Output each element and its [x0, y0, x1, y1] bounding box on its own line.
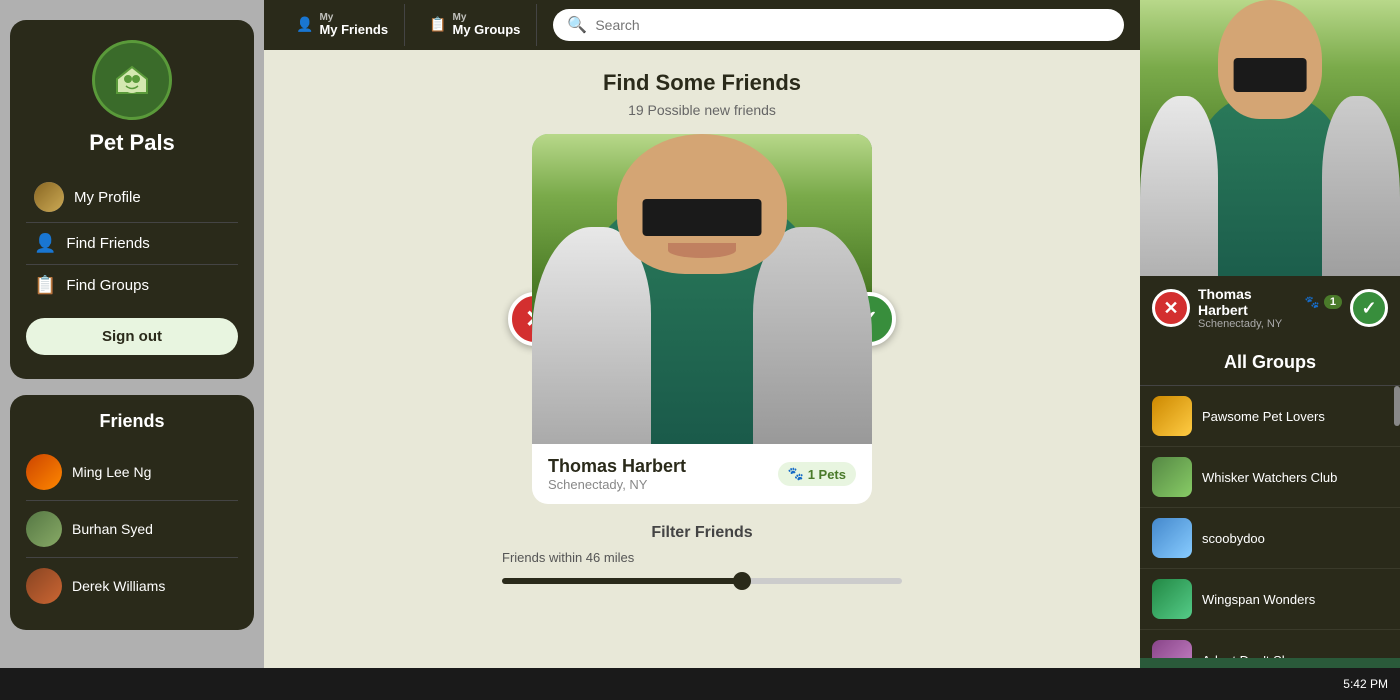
group-avatar-adopt	[1152, 640, 1192, 658]
preview-bar: ✕ Thomas Harbert 🐾 1 Schenectady, NY ✓	[1140, 276, 1400, 340]
preview-pets-count: 1	[1330, 296, 1336, 308]
friend-ming[interactable]: Ming Lee Ng	[26, 444, 238, 501]
friends-title: Friends	[26, 411, 238, 432]
profile-preview: ✕ Thomas Harbert 🐾 1 Schenectady, NY ✓	[1140, 0, 1400, 340]
group-avatar-scooby	[1152, 518, 1192, 558]
preview-info: Thomas Harbert 🐾 1 Schenectady, NY	[1198, 286, 1342, 330]
preview-name: Thomas Harbert 🐾 1	[1198, 286, 1342, 318]
friend-burhan[interactable]: Burhan Syed	[26, 501, 238, 558]
left-sidebar: Pet Pals My Profile 👤 Find Friends 📋 Fin…	[0, 0, 264, 700]
preview-location: Schenectady, NY	[1198, 318, 1342, 330]
group-avatar-pawsome	[1152, 396, 1192, 436]
slider-thumb[interactable]	[733, 572, 751, 590]
nav-my-profile[interactable]: My Profile	[26, 172, 238, 223]
profile-card-image	[532, 134, 872, 444]
search-input[interactable]	[595, 17, 1110, 33]
profile-card-info: Thomas Harbert Schenectady, NY 🐾 1 Pets	[532, 444, 872, 504]
profile-location: Schenectady, NY	[548, 477, 686, 492]
friends-tab-icon: 👤	[296, 16, 313, 33]
signout-button[interactable]: Sign out	[26, 318, 238, 355]
profile-card-area: ✕	[532, 134, 872, 504]
profile-card: Thomas Harbert Schenectady, NY 🐾 1 Pets	[532, 134, 872, 504]
nav-my-profile-label: My Profile	[74, 189, 141, 206]
group-avatar-wingspan	[1152, 579, 1192, 619]
find-friends-title: Find Some Friends	[603, 70, 801, 96]
groups-tab-icon: 📋	[429, 16, 446, 33]
find-groups-icon: 📋	[34, 275, 56, 296]
clock: 5:42 PM	[1343, 677, 1388, 691]
group-name-pawsome: Pawsome Pet Lovers	[1202, 409, 1325, 424]
group-pawsome[interactable]: Pawsome Pet Lovers	[1140, 386, 1400, 447]
slider-fill	[502, 578, 742, 584]
group-name-adopt: Adopt Don't Shop	[1202, 653, 1304, 659]
friend-name-ming: Ming Lee Ng	[72, 464, 151, 480]
app-title: Pet Pals	[89, 130, 175, 156]
find-friends-icon: 👤	[34, 233, 56, 254]
filter-label: Friends within 46 miles	[502, 550, 902, 565]
all-groups-title: All Groups	[1140, 340, 1400, 386]
group-name-whisker: Whisker Watchers Club	[1202, 470, 1337, 485]
profile-avatar	[34, 182, 64, 212]
right-panel: ✕ Thomas Harbert 🐾 1 Schenectady, NY ✓ A…	[1140, 0, 1400, 700]
nav-find-groups[interactable]: 📋 Find Groups	[26, 265, 238, 306]
group-name-wingspan: Wingspan Wonders	[1202, 592, 1315, 607]
app-logo	[92, 40, 172, 120]
distance-slider[interactable]	[502, 571, 902, 591]
preview-name-text: Thomas Harbert	[1198, 286, 1301, 318]
group-name-scooby: scoobydoo	[1202, 531, 1265, 546]
nav-find-friends-label: Find Friends	[66, 235, 149, 252]
filter-title: Filter Friends	[502, 524, 902, 542]
my-groups-tab-text: My Groups	[453, 23, 521, 37]
group-avatar-whisker	[1152, 457, 1192, 497]
slider-track	[502, 578, 902, 584]
search-icon: 🔍	[567, 15, 587, 35]
tab-my-groups[interactable]: 📋 My My Groups	[413, 4, 537, 45]
top-bar: 👤 My My Friends 📋 My My Groups 🔍	[264, 0, 1140, 50]
nav-find-friends[interactable]: 👤 Find Friends	[26, 223, 238, 265]
profile-name: Thomas Harbert	[548, 456, 686, 477]
friends-panel: Friends Ming Lee Ng Burhan Syed Derek Wi…	[10, 395, 254, 630]
all-groups-panel: All Groups Pawsome Pet Lovers Whisker Wa…	[1140, 340, 1400, 658]
group-scooby[interactable]: scoobydoo	[1140, 508, 1400, 569]
taskbar: 5:42 PM	[0, 668, 1400, 700]
filter-section: Filter Friends Friends within 46 miles	[502, 524, 902, 591]
paw-icon-preview: 🐾	[1305, 295, 1320, 309]
pets-count: 1 Pets	[808, 467, 846, 482]
friend-avatar-derek	[26, 568, 62, 604]
tab-my-friends[interactable]: 👤 My My Friends	[280, 4, 405, 45]
paw-icon: 🐾	[788, 466, 804, 482]
friend-name-burhan: Burhan Syed	[72, 521, 153, 537]
pets-badge: 🐾 1 Pets	[778, 462, 857, 486]
preview-pets: 1	[1324, 295, 1342, 309]
my-friends-tab-text: My Friends	[319, 23, 388, 37]
sidebar-top-panel: Pet Pals My Profile 👤 Find Friends 📋 Fin…	[10, 20, 254, 379]
group-wingspan[interactable]: Wingspan Wonders	[1140, 569, 1400, 630]
search-bar[interactable]: 🔍	[553, 9, 1124, 41]
group-adopt[interactable]: Adopt Don't Shop	[1140, 630, 1400, 658]
preview-reject-button[interactable]: ✕	[1152, 289, 1190, 327]
scrollbar[interactable]	[1394, 386, 1400, 426]
preview-accept-button[interactable]: ✓	[1350, 289, 1388, 327]
possible-count: 19 Possible new friends	[628, 102, 776, 118]
find-friends-area: Find Some Friends 19 Possible new friend…	[264, 50, 1140, 700]
my-groups-label: My My Groups	[453, 12, 521, 37]
group-whisker[interactable]: Whisker Watchers Club	[1140, 447, 1400, 508]
my-friends-label: My My Friends	[319, 12, 388, 37]
friend-avatar-ming	[26, 454, 62, 490]
friend-derek[interactable]: Derek Williams	[26, 558, 238, 614]
friend-name-derek: Derek Williams	[72, 578, 165, 594]
friend-avatar-burhan	[26, 511, 62, 547]
nav-find-groups-label: Find Groups	[66, 277, 149, 294]
main-content: 👤 My My Friends 📋 My My Groups 🔍 Find So…	[264, 0, 1140, 700]
